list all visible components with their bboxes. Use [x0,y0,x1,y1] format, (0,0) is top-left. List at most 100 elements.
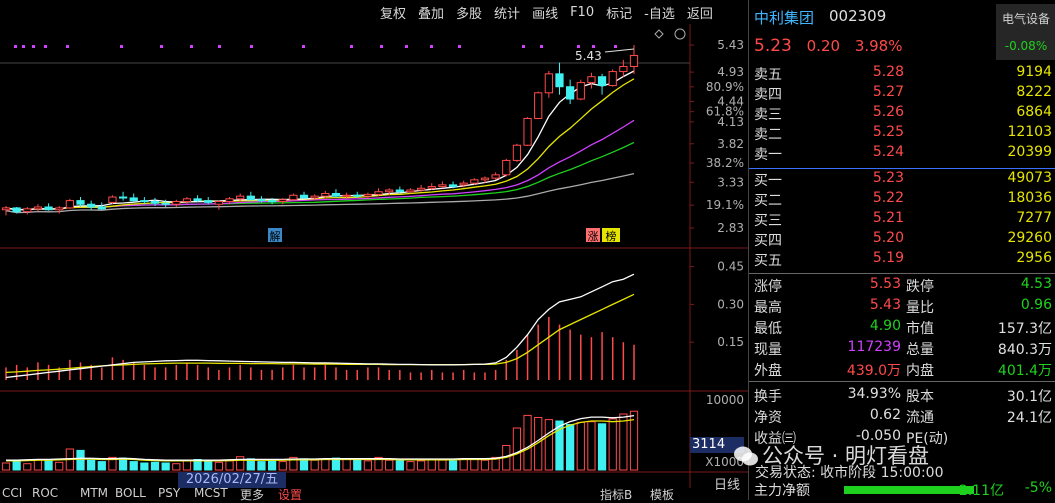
tab-mtm[interactable]: MTM [80,486,108,500]
candle-body [76,200,85,205]
volume-bar [576,421,585,471]
candle-body [512,144,522,161]
stat-value: 401.4万 [997,363,1052,379]
stat-label: 净资 [754,410,782,426]
sector-box[interactable]: 电气设备 -0.08% [996,4,1055,60]
candle-body [395,189,404,193]
ob-level-label: 买一 [754,173,782,189]
ask-row[interactable]: 卖三 5.26 6864 [749,104,1055,124]
toolbar-draw-line[interactable]: 画线 [532,3,558,22]
toolbar-f10[interactable]: F10 [570,5,594,20]
volume-bar [257,461,266,471]
volume-bar [140,462,149,471]
stock-name[interactable]: 中利集团 [754,7,814,28]
ob-price: 5.19 [872,250,904,266]
candle-body [353,194,362,197]
volume-bar [608,418,617,471]
tab-indicator-b[interactable]: 指标B [600,486,632,503]
event-dot [302,45,305,48]
toolbar-overlay[interactable]: 叠加 [418,3,444,22]
stat-label: 跌停 [906,279,934,295]
event-dot [66,45,69,48]
stats-row: 换手 34.93% 股本 30.1亿 [749,386,1055,408]
toolbar-remove-favorite[interactable]: -自选 [644,3,675,22]
bid-row[interactable]: 买三 5.21 7277 [749,210,1055,230]
toolbar-stats[interactable]: 统计 [494,3,520,22]
tab-psy[interactable]: PSY [158,486,180,500]
tab-mcst[interactable]: MCST [194,486,228,500]
tab-template[interactable]: 模板 [650,486,674,503]
candle-body [480,177,490,181]
candle-body [363,193,373,197]
event-dot [430,45,433,48]
candle-body [566,86,575,100]
event-dot [190,45,193,48]
limit-up-tag-label: 涨 [588,230,599,243]
event-dot [250,45,253,48]
ask-row[interactable]: 卖四 5.27 8222 [749,84,1055,104]
tab-boll[interactable]: BOLL [115,486,146,500]
candle-body [289,194,298,201]
ob-price: 5.20 [872,230,904,246]
ob-price: 5.27 [872,84,904,100]
volume-bar [161,462,170,471]
ask-row[interactable]: 卖二 5.25 12103 [749,124,1055,144]
ask-row[interactable]: 卖一 5.24 20399 [749,144,1055,164]
stats-row: 净资 0.62 流通 24.1亿 [749,407,1055,429]
candle-body [385,189,394,193]
volume-bar [353,459,362,471]
tab-cci[interactable]: CCI [2,486,22,500]
bid-row[interactable]: 买五 5.19 2956 [749,250,1055,270]
candle-body [1,207,11,211]
wechat-icon [734,446,758,466]
candle-body [555,73,564,88]
stock-header: 中利集团 002309 5.23 0.20 3.98% 电气设备 -0.08% [749,0,1055,62]
stat-label: 最低 [754,321,782,337]
indicator-axis-label: 0.30 [717,297,744,311]
ob-price: 5.25 [872,124,904,140]
stat-label: 外盘 [754,363,782,379]
candle-body [438,184,447,188]
tab-settings[interactable]: 设置 [278,486,302,503]
candle-body [470,179,479,184]
volume-bar [566,424,575,471]
ob-level-label: 买五 [754,253,782,269]
kline-chart-area[interactable]: 5.434.9380.9%4.4461.8%4.133.8238.2%3.331… [0,0,748,500]
ob-volume: 9194 [1016,64,1052,80]
tab-more[interactable]: 更多 [240,486,264,503]
candle-body [55,207,64,211]
toolbar-back[interactable]: 返回 [687,3,713,22]
tab-roc[interactable]: ROC [32,486,58,500]
indicator-tabs: CCI ROC MTM BOLL PSY MCST 更多 设置 指标B 模板 [0,486,748,503]
bid-row[interactable]: 买一 5.23 49073 [749,170,1055,190]
price-axis-label: 19.1% [706,198,744,212]
ob-price: 5.21 [872,210,904,226]
bid-row[interactable]: 买四 5.20 29260 [749,230,1055,250]
event-dot [44,45,47,48]
toolbar-multi-stock[interactable]: 多股 [456,3,482,22]
stat-value: 0.62 [869,407,901,423]
candle-body [459,182,468,186]
candle-body [523,117,532,146]
candle-body [342,194,351,197]
bid-row[interactable]: 买二 5.22 18036 [749,190,1055,210]
toolbar-mark[interactable]: 标记 [606,3,632,22]
last-price: 5.23 [754,36,792,56]
stat-value: 4.90 [869,318,901,334]
candle-body [267,200,277,203]
price-axis-label: 2.83 [717,221,744,235]
event-dot [380,45,383,48]
candle-body [204,200,213,203]
volume-bar [619,413,628,471]
volume-bar [55,461,64,471]
price-axis-label: 4.93 [717,65,744,79]
volume-bar [385,459,394,471]
toolbar-restore-rights[interactable]: 复权 [380,3,406,22]
event-dot [540,45,543,48]
volume-bar [438,459,447,471]
volume-bar [23,463,32,471]
ask-row[interactable]: 卖五 5.28 9194 [749,64,1055,84]
ob-volume: 2956 [1016,250,1052,266]
candle-body [246,195,255,201]
net-flow-pct: -5% [1024,480,1052,496]
